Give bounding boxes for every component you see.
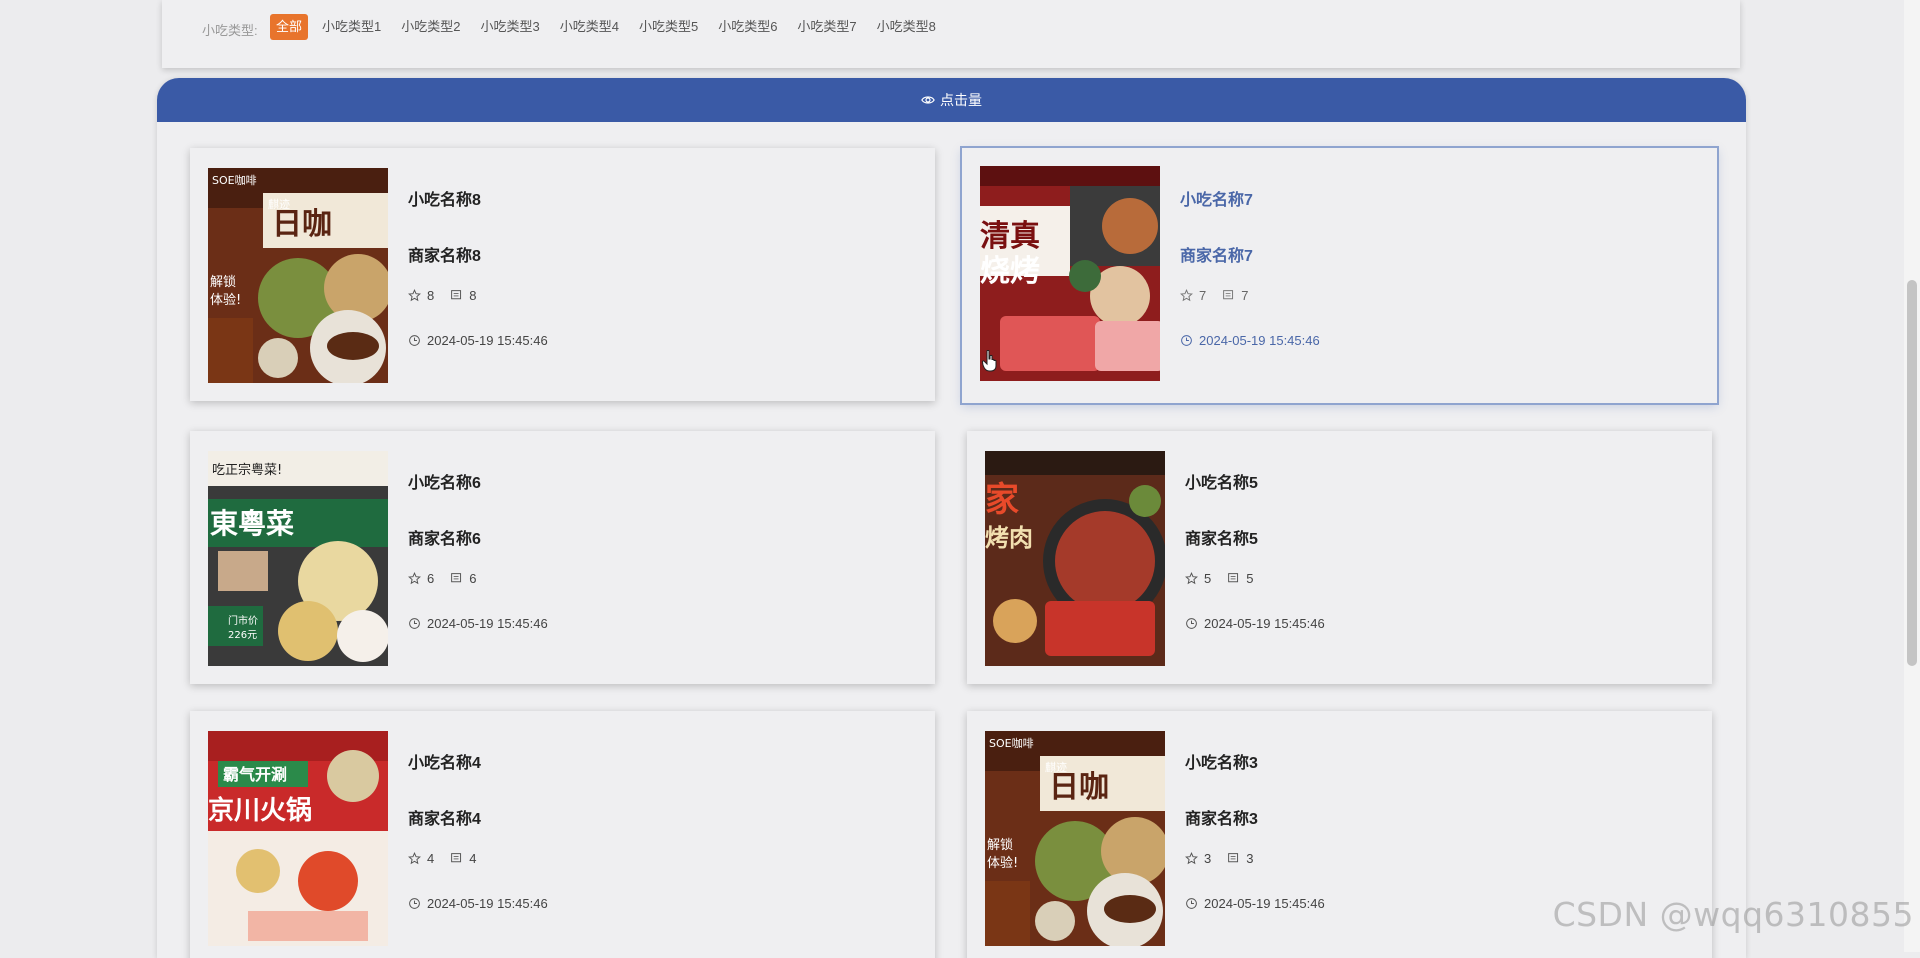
filter-options: 全部 小吃类型1 小吃类型2 小吃类型3 小吃类型4 小吃类型5 小吃类型6 小… bbox=[270, 14, 942, 40]
svg-text:麒迹: 麒迹 bbox=[1045, 760, 1067, 774]
filter-option-type6[interactable]: 小吃类型6 bbox=[712, 14, 783, 40]
hand-cursor-icon bbox=[982, 350, 997, 372]
snack-card[interactable]: 霸气开涮 京川火锅 小吃名称4 商家名称4 4 4 2024-05-19 15:… bbox=[190, 711, 935, 958]
merchant-name: 商家名称3 bbox=[1185, 811, 1258, 828]
filter-label: 小吃类型: bbox=[202, 23, 258, 38]
clock-icon bbox=[1181, 335, 1192, 346]
filter-option-type2[interactable]: 小吃类型2 bbox=[395, 14, 466, 40]
comment-icon bbox=[1228, 853, 1239, 863]
snack-name: 小吃名称6 bbox=[408, 475, 481, 492]
snack-image: SOE咖啡 日咖 麒迹 解锁 体验! bbox=[208, 168, 388, 383]
publish-time: 2024-05-19 15:45:46 bbox=[1185, 896, 1325, 911]
filter-option-type8[interactable]: 小吃类型8 bbox=[871, 14, 942, 40]
favorites-count: 3 bbox=[1185, 851, 1211, 866]
publish-time: 2024-05-19 15:45:46 bbox=[408, 333, 548, 348]
filter-option-type1[interactable]: 小吃类型1 bbox=[316, 14, 387, 40]
comment-icon bbox=[451, 573, 462, 583]
star-icon bbox=[1185, 852, 1198, 865]
filter-option-type7[interactable]: 小吃类型7 bbox=[791, 14, 862, 40]
snack-name: 小吃名称3 bbox=[1185, 755, 1258, 772]
filter-option-type3[interactable]: 小吃类型3 bbox=[474, 14, 545, 40]
publish-time: 2024-05-19 15:45:46 bbox=[1185, 616, 1325, 631]
filter-option-all[interactable]: 全部 bbox=[270, 14, 309, 40]
eye-icon bbox=[921, 96, 935, 104]
favorites-count: 8 bbox=[408, 288, 434, 303]
clock-icon bbox=[1186, 898, 1197, 909]
snack-type-filter-bar: 小吃类型: 全部 小吃类型1 小吃类型2 小吃类型3 小吃类型4 小吃类型5 小… bbox=[162, 0, 1740, 68]
publish-time: 2024-05-19 15:45:46 bbox=[408, 896, 548, 911]
merchant-name: 商家名称4 bbox=[408, 811, 481, 828]
comments-count: 5 bbox=[1227, 571, 1253, 586]
clock-icon bbox=[409, 898, 420, 909]
snack-image: 清真 烧烤 bbox=[980, 166, 1160, 381]
svg-text:SOE咖啡: SOE咖啡 bbox=[212, 173, 257, 187]
svg-text:解锁: 解锁 bbox=[210, 274, 236, 290]
svg-text:SOE咖啡: SOE咖啡 bbox=[989, 736, 1034, 750]
merchant-name: 商家名称5 bbox=[1185, 531, 1258, 548]
snack-name: 小吃名称5 bbox=[1185, 475, 1258, 492]
snack-image: 霸气开涮 京川火锅 bbox=[208, 731, 388, 946]
svg-text:解锁: 解锁 bbox=[987, 837, 1013, 853]
clock-icon bbox=[409, 335, 420, 346]
favorites-count: 5 bbox=[1185, 571, 1211, 586]
snack-card[interactable]: 吃正宗粤菜! 東粵菜 门市价 226元 小吃名称6 商家名称6 6 6 2024… bbox=[190, 431, 935, 684]
star-icon bbox=[1185, 572, 1198, 585]
svg-text:家: 家 bbox=[985, 480, 1019, 520]
snack-name: 小吃名称7 bbox=[1180, 192, 1253, 209]
svg-text:日咖: 日咖 bbox=[272, 207, 332, 242]
svg-text:体验!: 体验! bbox=[987, 855, 1018, 871]
merchant-name: 商家名称7 bbox=[1180, 248, 1253, 265]
merchant-name: 商家名称6 bbox=[408, 531, 481, 548]
svg-text:霸气开涮: 霸气开涮 bbox=[223, 765, 287, 784]
filter-option-type4[interactable]: 小吃类型4 bbox=[554, 14, 625, 40]
svg-text:烤肉: 烤肉 bbox=[985, 524, 1033, 552]
sort-label: 点击量 bbox=[940, 92, 982, 108]
svg-text:226元: 226元 bbox=[228, 630, 257, 641]
sort-by-clicks-button[interactable]: 点击量 bbox=[157, 78, 1746, 122]
publish-time: 2024-05-19 15:45:46 bbox=[1180, 333, 1320, 348]
snack-card[interactable]: SOE咖啡 日咖 麒迹 解锁 体验! 小吃名称8 商家名称8 8 8 2024-… bbox=[190, 148, 935, 401]
snack-image: SOE咖啡 日咖 麒迹 解锁 体验! bbox=[985, 731, 1165, 946]
watermark: CSDN @wqq6310855 bbox=[1552, 895, 1914, 934]
merchant-name: 商家名称8 bbox=[408, 248, 481, 265]
snack-image: 家 烤肉 bbox=[985, 451, 1165, 666]
page-scrollbar[interactable] bbox=[1904, 0, 1920, 952]
svg-text:烧烤: 烧烤 bbox=[980, 254, 1040, 289]
svg-text:麒迹: 麒迹 bbox=[268, 197, 290, 211]
comments-count: 7 bbox=[1222, 288, 1248, 303]
svg-text:门市价: 门市价 bbox=[228, 614, 258, 627]
publish-time: 2024-05-19 15:45:46 bbox=[408, 616, 548, 631]
comment-icon bbox=[1228, 573, 1239, 583]
svg-text:清真: 清真 bbox=[980, 219, 1040, 254]
svg-text:日咖: 日咖 bbox=[1049, 770, 1109, 805]
snack-list-panel: 点击量 SOE咖啡 日咖 麒迹 解锁 体验! 小吃名称8 商家名称8 8 8 2… bbox=[157, 78, 1746, 958]
comment-icon bbox=[451, 853, 462, 863]
comment-icon bbox=[1223, 290, 1234, 300]
comments-count: 8 bbox=[450, 288, 476, 303]
snack-name: 小吃名称8 bbox=[408, 192, 481, 209]
svg-text:東粵菜: 東粵菜 bbox=[210, 507, 294, 540]
svg-text:吃正宗粤菜!: 吃正宗粤菜! bbox=[212, 462, 282, 478]
snack-card[interactable]: 清真 烧烤 小吃名称7 商家名称7 7 7 2024-05-19 15:45:4… bbox=[960, 146, 1719, 405]
svg-text:京川火锅: 京川火锅 bbox=[208, 795, 312, 826]
clock-icon bbox=[1186, 618, 1197, 629]
snack-image: 吃正宗粤菜! 東粵菜 门市价 226元 bbox=[208, 451, 388, 666]
comments-count: 3 bbox=[1227, 851, 1253, 866]
comments-count: 6 bbox=[450, 571, 476, 586]
star-icon bbox=[1180, 289, 1193, 302]
svg-text:体验!: 体验! bbox=[210, 292, 241, 308]
clock-icon bbox=[409, 618, 420, 629]
favorites-count: 7 bbox=[1180, 288, 1206, 303]
star-icon bbox=[408, 572, 421, 585]
snack-name: 小吃名称4 bbox=[408, 755, 481, 772]
star-icon bbox=[408, 852, 421, 865]
filter-option-type5[interactable]: 小吃类型5 bbox=[633, 14, 704, 40]
favorites-count: 4 bbox=[408, 851, 434, 866]
favorites-count: 6 bbox=[408, 571, 434, 586]
comment-icon bbox=[451, 290, 462, 300]
scrollbar-thumb[interactable] bbox=[1907, 280, 1917, 666]
snack-card[interactable]: 家 烤肉 小吃名称5 商家名称5 5 5 2024-05-19 15:45:46 bbox=[967, 431, 1712, 684]
star-icon bbox=[408, 289, 421, 302]
comments-count: 4 bbox=[450, 851, 476, 866]
